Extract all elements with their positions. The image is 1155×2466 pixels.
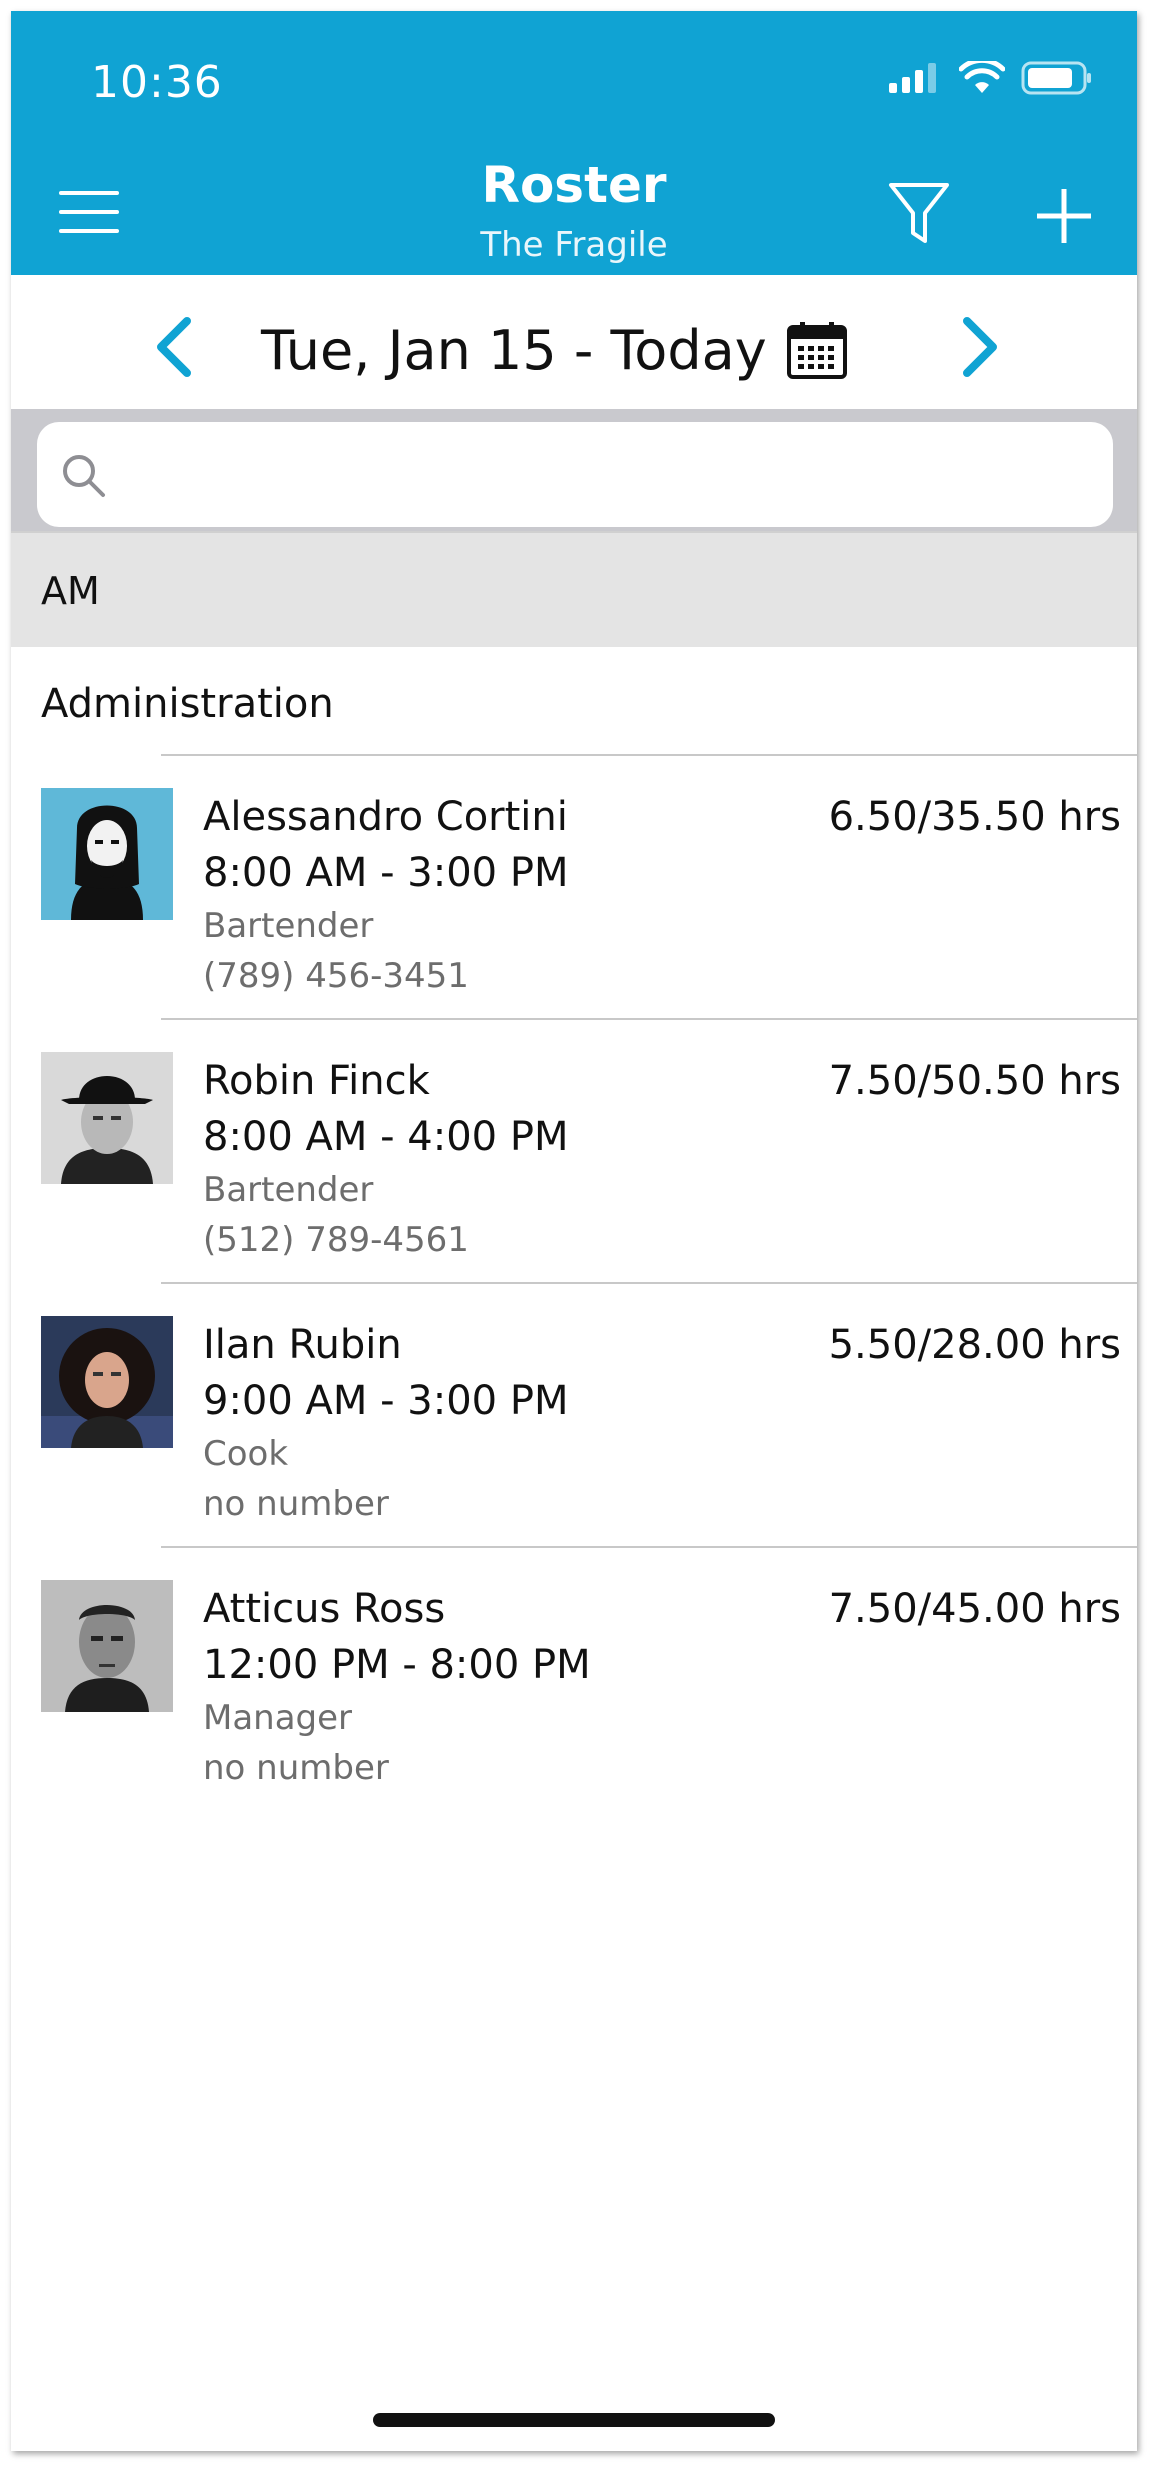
employee-role: Manager bbox=[203, 1698, 353, 1738]
employee-role: Bartender bbox=[203, 906, 374, 946]
plus-icon bbox=[1037, 189, 1091, 243]
employee-name: Robin Finck bbox=[203, 1058, 430, 1104]
employee-phone: (789) 456-3451 bbox=[203, 956, 469, 996]
avatar bbox=[41, 788, 173, 920]
shift-time: 8:00 AM - 3:00 PM bbox=[203, 850, 569, 896]
shift-time: 12:00 PM - 8:00 PM bbox=[203, 1642, 591, 1688]
employee-phone: (512) 789-4561 bbox=[203, 1220, 469, 1260]
filter-button[interactable] bbox=[887, 181, 951, 247]
roster-row[interactable]: Ilan Rubin 9:00 AM - 3:00 PM Cook no num… bbox=[11, 1284, 1137, 1548]
wifi-icon bbox=[959, 61, 1005, 93]
employee-name: Alessandro Cortini bbox=[203, 794, 568, 840]
avatar bbox=[41, 1580, 173, 1712]
avatar bbox=[41, 1052, 173, 1184]
cellular-signal-icon bbox=[889, 63, 936, 93]
roster-row[interactable]: Atticus Ross 12:00 PM - 8:00 PM Manager … bbox=[11, 1548, 1137, 1812]
date-navigator: Tue, Jan 15 - Today bbox=[11, 275, 1137, 409]
search-bar bbox=[11, 409, 1137, 531]
page-subtitle: The Fragile bbox=[480, 225, 668, 265]
search-icon bbox=[63, 455, 105, 497]
page-title: Roster bbox=[481, 156, 667, 214]
filter-icon bbox=[889, 183, 949, 243]
status-icons bbox=[889, 61, 1093, 95]
employee-hours: 5.50/28.00 hrs bbox=[828, 1322, 1121, 1368]
avatar bbox=[41, 1316, 173, 1448]
phone-screen: 10:36 Roster The Fragile Tue, Jan 15 - T… bbox=[11, 11, 1137, 2451]
employee-hours: 7.50/45.00 hrs bbox=[828, 1586, 1121, 1632]
current-date[interactable]: Tue, Jan 15 - Today bbox=[261, 319, 767, 382]
chevron-right-icon bbox=[963, 317, 997, 377]
previous-day-button[interactable] bbox=[149, 315, 199, 379]
employee-phone: no number bbox=[203, 1484, 389, 1524]
roster-row[interactable]: Alessandro Cortini 8:00 AM - 3:00 PM Bar… bbox=[11, 756, 1137, 1020]
employee-role: Bartender bbox=[203, 1170, 374, 1210]
battery-icon bbox=[1021, 61, 1091, 95]
home-indicator[interactable] bbox=[373, 2413, 775, 2427]
employee-role: Cook bbox=[203, 1434, 289, 1474]
section-header-am: AM bbox=[11, 531, 1137, 647]
add-button[interactable] bbox=[1035, 187, 1093, 245]
employee-phone: no number bbox=[203, 1748, 389, 1788]
section-label: AM bbox=[41, 569, 100, 613]
group-label: Administration bbox=[41, 681, 334, 727]
status-time: 10:36 bbox=[91, 57, 223, 108]
app-header: 10:36 Roster The Fragile bbox=[11, 11, 1137, 275]
roster-row[interactable]: Robin Finck 8:00 AM - 4:00 PM Bartender … bbox=[11, 1020, 1137, 1284]
chevron-left-icon bbox=[157, 317, 191, 377]
shift-time: 8:00 AM - 4:00 PM bbox=[203, 1114, 569, 1160]
employee-name: Atticus Ross bbox=[203, 1586, 446, 1632]
calendar-icon bbox=[787, 322, 847, 379]
employee-hours: 6.50/35.50 hrs bbox=[828, 794, 1121, 840]
employee-hours: 7.50/50.50 hrs bbox=[828, 1058, 1121, 1104]
calendar-button[interactable] bbox=[786, 322, 848, 380]
shift-time: 9:00 AM - 3:00 PM bbox=[203, 1378, 569, 1424]
search-input[interactable] bbox=[37, 422, 1113, 527]
employee-name: Ilan Rubin bbox=[203, 1322, 402, 1368]
next-day-button[interactable] bbox=[955, 315, 1005, 379]
